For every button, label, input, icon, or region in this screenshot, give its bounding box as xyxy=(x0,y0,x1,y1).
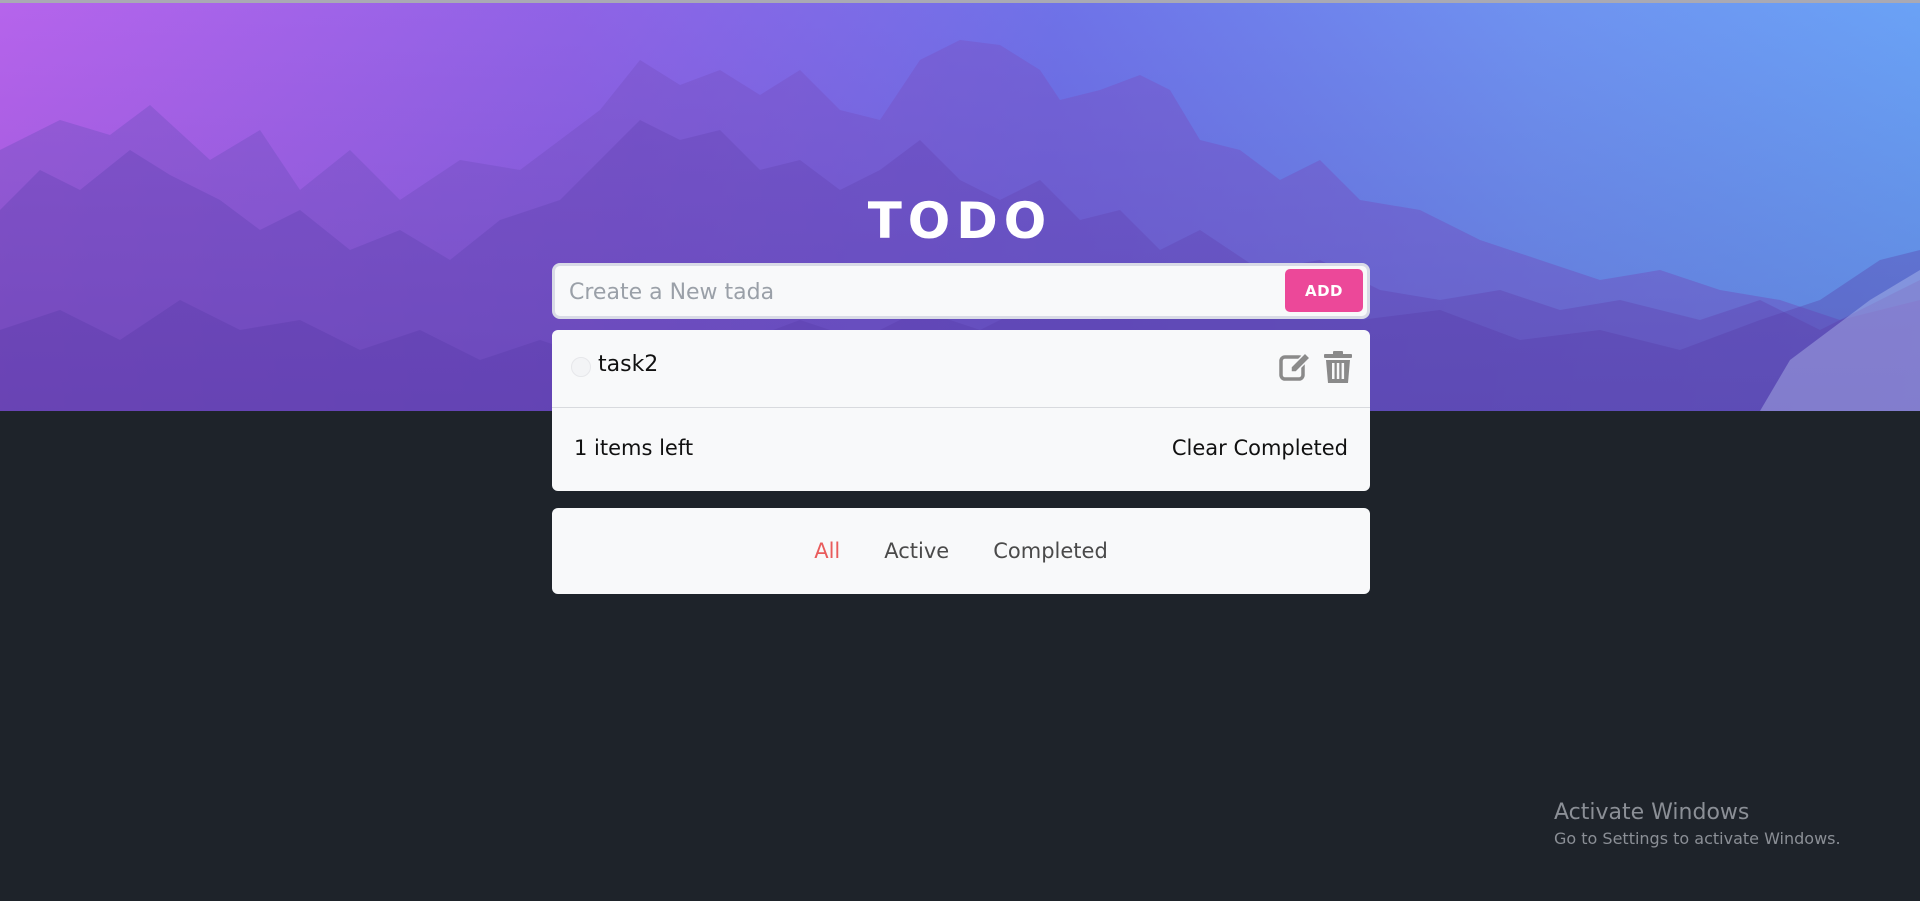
edit-icon[interactable] xyxy=(1278,350,1312,389)
list-footer: 1 items left Clear Completed xyxy=(552,408,1370,491)
watermark-subtitle: Go to Settings to activate Windows. xyxy=(1554,829,1841,848)
add-button[interactable]: ADD xyxy=(1285,269,1363,312)
items-left-count: 1 items left xyxy=(574,436,694,460)
app-title: TODO xyxy=(867,192,1053,250)
todo-list-card: task2 1 items left Clear Completed xyxy=(552,330,1370,491)
todo-text: task2 xyxy=(598,352,659,377)
new-todo-input[interactable] xyxy=(567,274,1291,310)
windows-activation-watermark: Activate Windows Go to Settings to activ… xyxy=(1554,800,1841,848)
filter-bar: All Active Completed xyxy=(552,508,1370,594)
filter-all[interactable]: All xyxy=(814,539,840,563)
new-todo-form: ADD xyxy=(552,263,1370,319)
filter-card: All Active Completed xyxy=(552,508,1370,594)
todo-item: task2 xyxy=(552,330,1370,408)
watermark-title: Activate Windows xyxy=(1554,800,1750,825)
clear-completed-button[interactable]: Clear Completed xyxy=(1172,436,1348,460)
todo-checkbox[interactable] xyxy=(571,357,591,377)
filter-completed[interactable]: Completed xyxy=(993,539,1108,563)
trash-icon[interactable] xyxy=(1322,350,1354,389)
filter-active[interactable]: Active xyxy=(884,539,949,563)
